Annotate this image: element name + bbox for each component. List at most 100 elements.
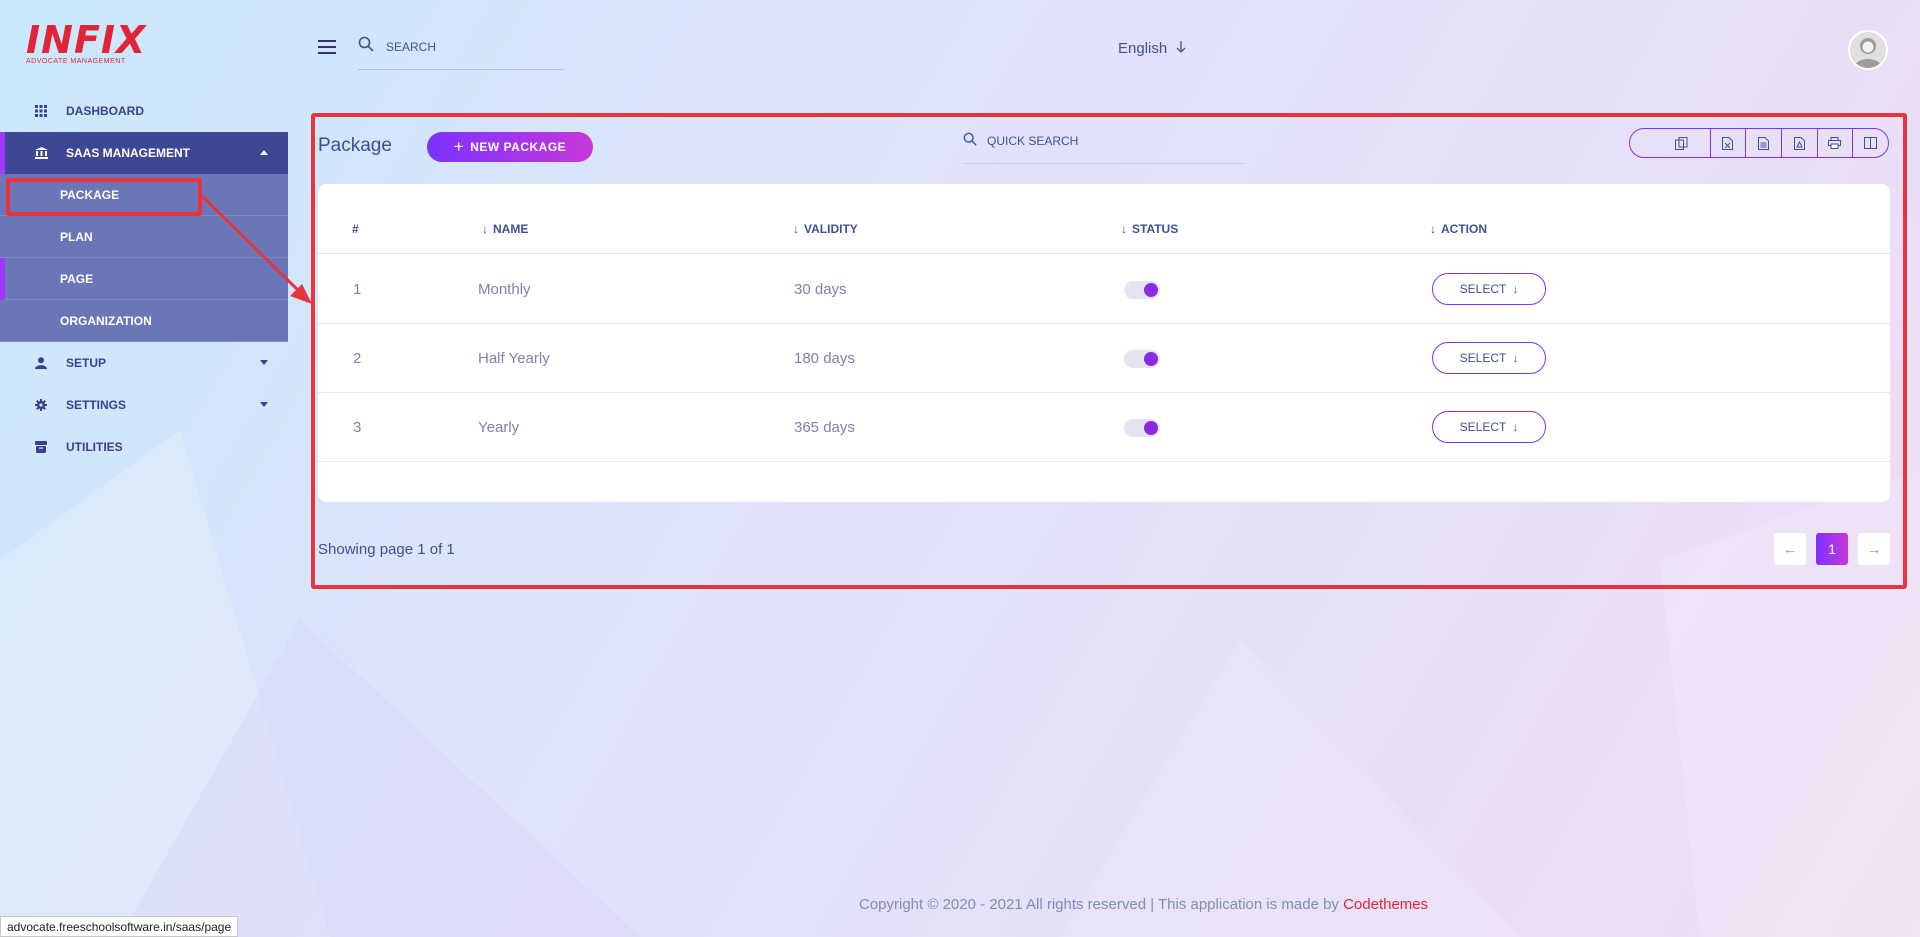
sidebar-item-label: SETUP: [66, 356, 107, 370]
chevron-down-icon: [260, 360, 268, 365]
print-button[interactable]: [1818, 129, 1854, 157]
pagination-prev-button[interactable]: ←: [1774, 533, 1806, 565]
sidebar-item-saas-management[interactable]: SAAS MANAGEMENT: [0, 132, 288, 174]
search-icon: [358, 36, 374, 57]
sidebar-item-label: DASHBOARD: [66, 104, 144, 118]
excel-icon: [1722, 136, 1734, 150]
app-logo[interactable]: INFIX ADVOCATE MANAGEMENT: [26, 18, 147, 66]
chevron-up-icon: [260, 150, 268, 155]
sort-arrow-icon: ↓: [1121, 222, 1127, 236]
browser-status-bar: advocate.freeschoolsoftware.in/saas/page: [0, 916, 239, 937]
package-table: # ↓ NAME ↓ VALIDITY ↓ STATUS ↓ ACTION 1 …: [318, 184, 1890, 502]
quick-search: [963, 132, 1245, 164]
row-name: Monthly: [478, 281, 531, 298]
page-title: Package: [318, 135, 392, 156]
pagination-page-button[interactable]: 1: [1816, 533, 1848, 565]
row-validity: 30 days: [794, 281, 847, 298]
footer-copyright: Copyright © 2020 - 2021 All rights reser…: [859, 896, 1344, 913]
footer-brand-link[interactable]: Codethemes: [1343, 896, 1428, 913]
new-package-button[interactable]: + NEW PACKAGE: [427, 132, 593, 162]
row-select-button[interactable]: SELECT ↓: [1432, 342, 1546, 374]
sidebar-subitem-plan[interactable]: PLAN: [0, 216, 288, 258]
user-avatar[interactable]: [1848, 30, 1888, 70]
column-header-label: VALIDITY: [804, 222, 858, 236]
sidebar-subitem-label: PLAN: [60, 229, 93, 244]
chevron-down-icon: [260, 402, 268, 407]
columns-icon: [1864, 137, 1878, 149]
row-select-button[interactable]: SELECT ↓: [1432, 411, 1546, 443]
excel-button[interactable]: [1711, 129, 1747, 157]
sidebar-subitem-label: PAGE: [60, 271, 94, 286]
row-name: Yearly: [478, 419, 520, 436]
export-button-group: [1629, 128, 1889, 158]
column-header-label: #: [352, 222, 359, 236]
plus-icon: +: [453, 137, 465, 156]
status-toggle[interactable]: [1124, 350, 1160, 368]
footer: Copyright © 2020 - 2021 All rights reser…: [859, 896, 1428, 913]
avatar-icon: [1850, 32, 1886, 68]
sort-arrow-icon: ↓: [482, 222, 488, 236]
pagination-next-button[interactable]: →: [1858, 533, 1890, 565]
row-validity: 180 days: [794, 350, 855, 367]
arrow-down-icon: [1175, 40, 1187, 57]
column-header-label: STATUS: [1132, 222, 1179, 236]
column-header-status[interactable]: ↓ STATUS: [1121, 222, 1178, 236]
copy-icon: [1675, 136, 1688, 150]
menu-toggle-icon[interactable]: [318, 40, 336, 54]
row-id: 1: [353, 281, 362, 298]
status-url: advocate.freeschoolsoftware.in/saas/page: [7, 919, 232, 934]
select-label: SELECT: [1459, 420, 1507, 434]
sidebar-subitem-page[interactable]: PAGE: [0, 258, 288, 300]
archive-icon: [34, 440, 48, 454]
column-header-action[interactable]: ↓ ACTION: [1430, 222, 1487, 236]
quick-search-input[interactable]: [987, 134, 1227, 148]
status-toggle[interactable]: [1124, 419, 1160, 437]
language-label: English: [1118, 40, 1168, 57]
arrow-down-icon: ↓: [1512, 282, 1519, 296]
sidebar-item-label: SETTINGS: [66, 398, 127, 412]
table-row: 2 Half Yearly 180 days SELECT ↓: [318, 324, 1890, 393]
search-icon: [963, 132, 977, 151]
row-id: 3: [353, 419, 362, 436]
logo-tagline: ADVOCATE MANAGEMENT: [26, 58, 126, 65]
row-name: Half Yearly: [478, 350, 550, 367]
pagination-info: Showing page 1 of 1: [318, 541, 455, 558]
column-header-name[interactable]: ↓ NAME: [482, 222, 528, 236]
logo-text: INFIX: [26, 18, 147, 62]
sidebar-item-settings[interactable]: SETTINGS: [0, 384, 288, 426]
gear-icon: [34, 398, 48, 412]
csv-button[interactable]: [1746, 129, 1782, 157]
select-label: SELECT: [1459, 282, 1507, 296]
column-header-number[interactable]: #: [352, 222, 359, 236]
arrow-down-icon: ↓: [1512, 420, 1519, 434]
status-toggle[interactable]: [1124, 281, 1160, 299]
sidebar-item-dashboard[interactable]: DASHBOARD: [0, 90, 288, 132]
sidebar-item-setup[interactable]: SETUP: [0, 342, 288, 384]
table-header: # ↓ NAME ↓ VALIDITY ↓ STATUS ↓ ACTION: [318, 184, 1890, 254]
arrow-right-icon: →: [1867, 541, 1881, 557]
sidebar-subitem-organization[interactable]: ORGANIZATION: [0, 300, 288, 342]
search-input[interactable]: [386, 40, 546, 54]
copy-button[interactable]: [1630, 129, 1711, 157]
columns-button[interactable]: [1853, 129, 1888, 157]
new-package-label: NEW PACKAGE: [470, 140, 567, 154]
table-row: 3 Yearly 365 days SELECT ↓: [318, 393, 1890, 462]
sort-arrow-icon: ↓: [793, 222, 799, 236]
sidebar-item-utilities[interactable]: UTILITIES: [0, 426, 288, 468]
grid-icon: [34, 104, 48, 118]
sidebar-item-label: UTILITIES: [66, 440, 123, 454]
row-id: 2: [353, 350, 362, 367]
arrow-down-icon: ↓: [1512, 351, 1519, 365]
pdf-button[interactable]: [1782, 129, 1818, 157]
sidebar-nav: DASHBOARD SAAS MANAGEMENT PACKAGE PLAN P…: [0, 90, 288, 468]
sidebar-subitem-label: ORGANIZATION: [60, 313, 152, 328]
header-search: [358, 36, 564, 70]
column-header-label: ACTION: [1441, 222, 1487, 236]
row-select-button[interactable]: SELECT ↓: [1432, 273, 1546, 305]
csv-icon: [1758, 136, 1770, 150]
table-row: 1 Monthly 30 days SELECT ↓: [318, 255, 1890, 324]
column-header-validity[interactable]: ↓ VALIDITY: [793, 222, 858, 236]
row-validity: 365 days: [794, 419, 855, 436]
column-header-label: NAME: [493, 222, 529, 236]
language-selector[interactable]: English: [1118, 40, 1187, 57]
